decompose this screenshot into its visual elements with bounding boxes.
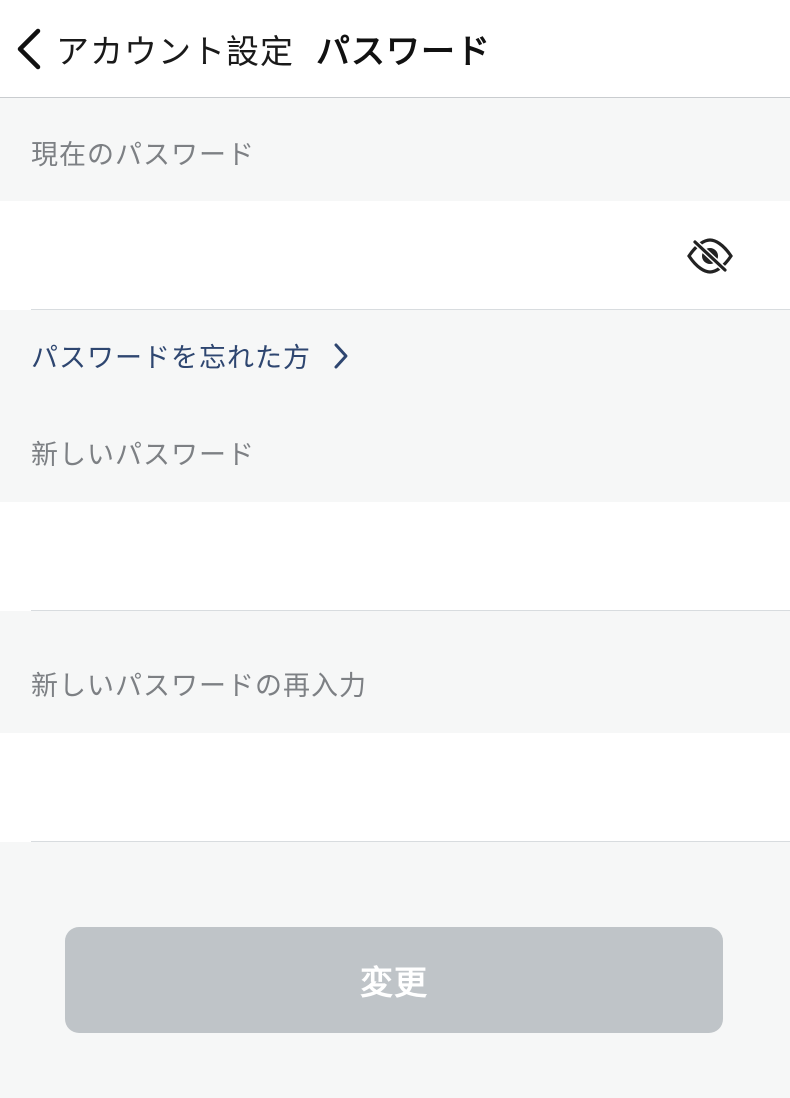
current-password-input[interactable] <box>31 201 651 310</box>
change-password-button[interactable]: 変更 <box>65 927 723 1033</box>
field-divider <box>31 309 790 310</box>
page-title: パスワード <box>316 32 491 72</box>
header-bar: アカウント設定 パスワード <box>0 0 790 98</box>
forgot-password-link[interactable]: パスワードを忘れた方 <box>31 336 349 375</box>
back-button[interactable]: アカウント設定 <box>0 0 294 97</box>
password-visibility-toggle[interactable] <box>686 237 734 275</box>
change-password-button-label: 変更 <box>360 963 428 1002</box>
field-divider <box>31 841 790 842</box>
confirm-password-input[interactable] <box>31 733 651 842</box>
new-password-field-row <box>0 502 790 611</box>
new-password-label: 新しいパスワード <box>31 440 255 471</box>
current-password-field-row <box>0 201 790 310</box>
chevron-right-icon <box>334 343 348 368</box>
back-label: アカウント設定 <box>56 31 294 71</box>
new-password-input[interactable] <box>31 502 651 611</box>
forgot-password-label: パスワードを忘れた方 <box>31 343 311 374</box>
current-password-label: 現在のパスワード <box>31 140 255 171</box>
eye-off-icon <box>687 238 733 274</box>
confirm-password-label: 新しいパスワードの再入力 <box>31 671 367 702</box>
chevron-left-icon <box>17 28 41 69</box>
field-divider <box>31 610 790 611</box>
confirm-password-field-row <box>0 733 790 842</box>
